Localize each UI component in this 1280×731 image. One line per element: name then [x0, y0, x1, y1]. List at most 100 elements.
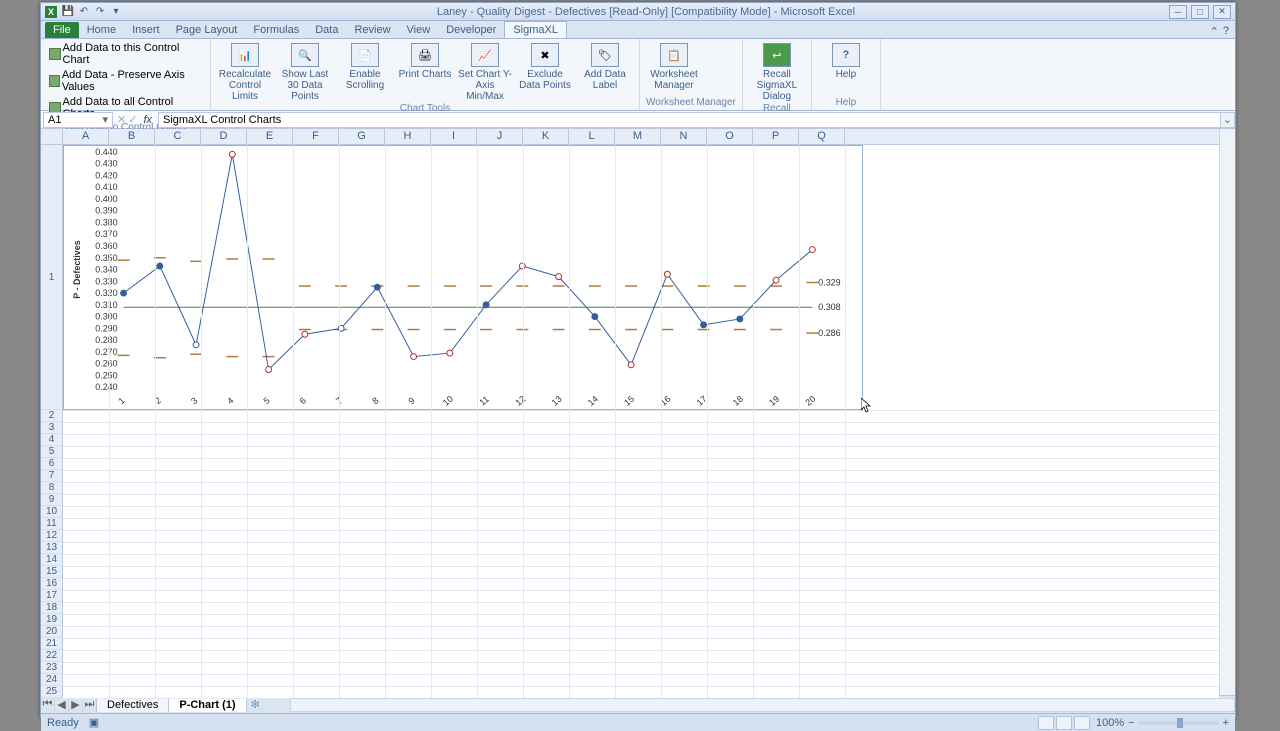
column-header[interactable]: B [109, 129, 155, 144]
cancel-icon[interactable]: ✕ [117, 113, 126, 126]
print-charts-button[interactable]: 🖨Print Charts [397, 41, 453, 102]
vertical-scrollbar[interactable] [1219, 129, 1235, 695]
row-header[interactable]: 2 [41, 410, 62, 422]
zoom-slider[interactable] [1139, 721, 1219, 725]
row-header[interactable]: 9 [41, 494, 62, 506]
qat-dropdown-icon[interactable]: ▾ [109, 5, 123, 19]
new-sheet-icon[interactable]: ✻ [251, 698, 260, 711]
row-header[interactable]: 25 [41, 686, 62, 698]
row-header[interactable]: 5 [41, 446, 62, 458]
show-last-30-button[interactable]: 🔍Show Last 30 Data Points [277, 41, 333, 102]
recalculate-button[interactable]: 📊Recalculate Control Limits [217, 41, 273, 102]
tab-insert[interactable]: Insert [124, 22, 168, 38]
column-header[interactable]: A [63, 129, 109, 144]
row-header[interactable]: 6 [41, 458, 62, 470]
column-header[interactable]: D [201, 129, 247, 144]
column-header[interactable]: N [661, 129, 707, 144]
column-header[interactable]: G [339, 129, 385, 144]
expand-formula-icon[interactable]: ⌄ [1221, 112, 1235, 128]
help-button[interactable]: ?Help [818, 41, 874, 96]
tab-view[interactable]: View [399, 22, 439, 38]
page-layout-view-icon[interactable] [1056, 716, 1072, 730]
tab-nav-first-icon[interactable]: ⏮ [41, 698, 55, 712]
column-header[interactable]: Q [799, 129, 845, 144]
column-header[interactable]: E [247, 129, 293, 144]
name-box[interactable]: A1▾ [43, 112, 113, 128]
control-chart[interactable]: 0.2400.2500.2600.2700.2800.2900.3000.310… [63, 145, 863, 410]
row-header[interactable]: 12 [41, 530, 62, 542]
tab-developer[interactable]: Developer [438, 22, 504, 38]
tab-formulas[interactable]: Formulas [245, 22, 307, 38]
tab-nav-next-icon[interactable]: ▶ [69, 698, 83, 712]
column-header[interactable]: C [155, 129, 201, 144]
add-data-this-chart-button[interactable]: Add Data to this Control Chart [47, 41, 204, 67]
tab-home[interactable]: Home [79, 22, 124, 38]
enable-scrolling-button[interactable]: 📄Enable Scrolling [337, 41, 393, 102]
row-header[interactable]: 17 [41, 590, 62, 602]
maximize-button[interactable]: □ [1191, 5, 1209, 19]
row-header[interactable]: 4 [41, 434, 62, 446]
row-header[interactable]: 8 [41, 482, 62, 494]
formula-input[interactable]: SigmaXL Control Charts [158, 112, 1221, 128]
undo-icon[interactable]: ↶ [77, 5, 91, 19]
save-icon[interactable]: 💾 [61, 5, 75, 19]
worksheet-manager-button[interactable]: 📋Worksheet Manager [646, 41, 702, 96]
row-header[interactable]: 1 [41, 145, 62, 410]
tab-sigmaxl[interactable]: SigmaXL [504, 21, 567, 38]
ribbon-minimize-icon[interactable]: ⌃ [1210, 25, 1219, 38]
grid-cells[interactable]: 0.2400.2500.2600.2700.2800.2900.3000.310… [63, 145, 1219, 698]
column-header[interactable]: I [431, 129, 477, 144]
sheet-tab-pchart[interactable]: P-Chart (1) [168, 697, 246, 712]
column-header[interactable]: K [523, 129, 569, 144]
row-header[interactable]: 22 [41, 650, 62, 662]
column-header[interactable]: M [615, 129, 661, 144]
add-data-preserve-button[interactable]: Add Data - Preserve Axis Values [47, 68, 204, 94]
select-all-corner[interactable] [41, 129, 63, 145]
redo-icon[interactable]: ↷ [93, 5, 107, 19]
set-y-axis-button[interactable]: 📈Set Chart Y-Axis Min/Max [457, 41, 513, 102]
sheet-tab-defectives[interactable]: Defectives [96, 697, 169, 712]
column-header[interactable]: J [477, 129, 523, 144]
zoom-in-icon[interactable]: + [1223, 717, 1229, 729]
chevron-down-icon[interactable]: ▾ [102, 113, 108, 126]
column-header[interactable]: H [385, 129, 431, 144]
row-header[interactable]: 20 [41, 626, 62, 638]
minimize-button[interactable]: ─ [1169, 5, 1187, 19]
tab-file[interactable]: File [45, 22, 79, 38]
row-header[interactable]: 24 [41, 674, 62, 686]
row-header[interactable]: 13 [41, 542, 62, 554]
row-header[interactable]: 11 [41, 518, 62, 530]
row-header[interactable]: 10 [41, 506, 62, 518]
tab-page-layout[interactable]: Page Layout [168, 22, 246, 38]
row-header[interactable]: 19 [41, 614, 62, 626]
row-header[interactable]: 23 [41, 662, 62, 674]
row-header[interactable]: 18 [41, 602, 62, 614]
column-header[interactable]: P [753, 129, 799, 144]
tab-review[interactable]: Review [346, 22, 398, 38]
column-header[interactable]: L [569, 129, 615, 144]
row-header[interactable]: 3 [41, 422, 62, 434]
horizontal-scrollbar[interactable] [290, 698, 1235, 712]
fx-icon[interactable]: fx [143, 114, 152, 126]
row-header[interactable]: 21 [41, 638, 62, 650]
row-header[interactable]: 16 [41, 578, 62, 590]
tab-nav-last-icon[interactable]: ⏭ [83, 698, 97, 712]
row-header[interactable]: 7 [41, 470, 62, 482]
row-header[interactable]: 14 [41, 554, 62, 566]
tab-data[interactable]: Data [307, 22, 346, 38]
enter-icon[interactable]: ✓ [128, 113, 137, 126]
page-break-view-icon[interactable] [1074, 716, 1090, 730]
add-data-label-button[interactable]: 🏷Add Data Label [577, 41, 633, 102]
row-header[interactable]: 15 [41, 566, 62, 578]
help-icon[interactable]: ? [1223, 25, 1229, 38]
macro-record-icon[interactable]: ▣ [89, 716, 99, 729]
zoom-level[interactable]: 100% [1096, 717, 1124, 729]
normal-view-icon[interactable] [1038, 716, 1054, 730]
close-button[interactable]: ✕ [1213, 5, 1231, 19]
exclude-points-button[interactable]: ✖Exclude Data Points [517, 41, 573, 102]
column-header[interactable]: F [293, 129, 339, 144]
zoom-out-icon[interactable]: − [1128, 717, 1134, 729]
tab-nav-prev-icon[interactable]: ◀ [55, 698, 69, 712]
column-header[interactable]: O [707, 129, 753, 144]
recall-dialog-button[interactable]: ↩Recall SigmaXL Dialog [749, 41, 805, 102]
